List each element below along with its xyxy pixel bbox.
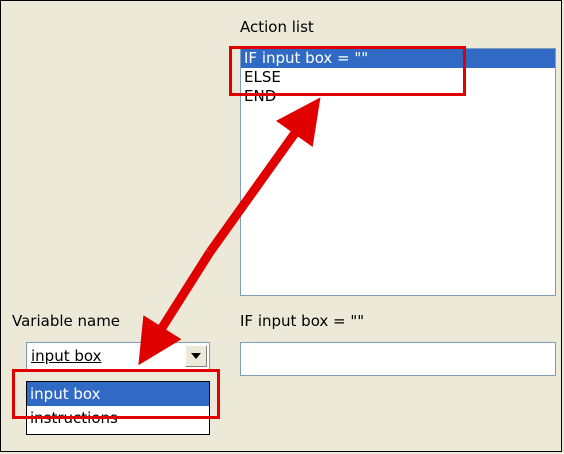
double-arrow-annotation bbox=[138, 97, 321, 366]
